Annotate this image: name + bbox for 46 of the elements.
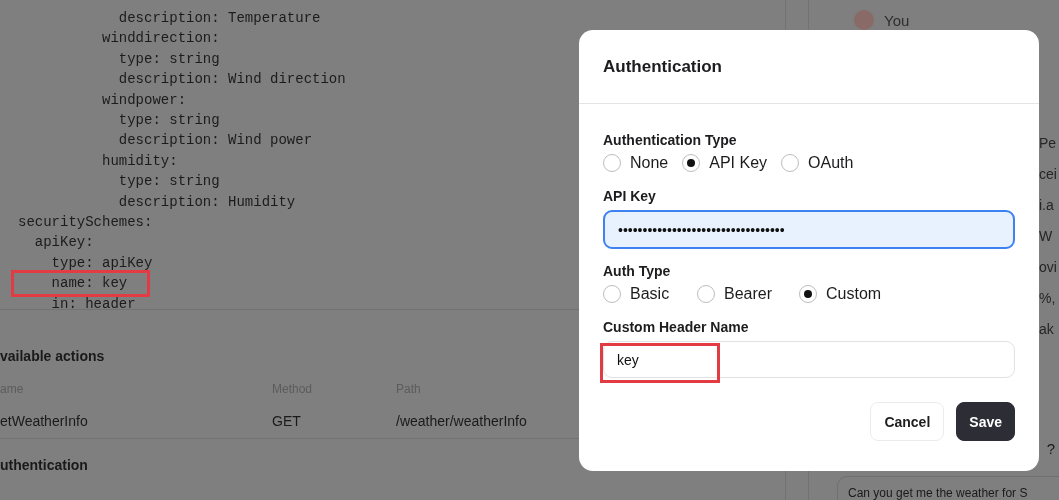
section-title: uthentication bbox=[0, 456, 88, 473]
field-label: Auth Type bbox=[603, 263, 672, 279]
code-line: description: Humidity bbox=[117, 192, 296, 212]
message-text: ? bbox=[1046, 440, 1055, 457]
message-bubble: Can you get me the weather for S bbox=[837, 476, 1059, 500]
code-line: in: header bbox=[50, 294, 136, 314]
cancel-button[interactable]: Cancel bbox=[870, 402, 945, 441]
api-key-field[interactable]: •••••••••••••••••••••••••••••••••• bbox=[603, 210, 1015, 249]
radio-option[interactable]: Custom bbox=[799, 285, 882, 303]
code-line: humidity: bbox=[101, 151, 178, 171]
code-line: windpower: bbox=[101, 90, 187, 110]
message-text: %, bbox=[1039, 289, 1057, 308]
code-line: winddirection: bbox=[101, 29, 220, 49]
table-cell-text: /weather/weatherInfo bbox=[396, 413, 528, 429]
code-line: name: key bbox=[14, 273, 148, 294]
message-text: Pe bbox=[1039, 134, 1058, 153]
code-line: type: string bbox=[117, 49, 220, 69]
radio-option[interactable]: None bbox=[603, 154, 669, 172]
field-label: Authentication Type bbox=[603, 132, 738, 148]
field-label: API Key bbox=[603, 188, 657, 204]
code-line: description: Wind direction bbox=[117, 70, 346, 90]
table-cell-text: GET bbox=[272, 413, 302, 429]
radio-option[interactable]: Basic bbox=[603, 285, 683, 303]
code-line: description: Wind power bbox=[117, 131, 313, 151]
code-line: type: string bbox=[117, 172, 220, 192]
code-line: description: Temperature bbox=[117, 9, 321, 28]
dialog-title: Authentication bbox=[603, 57, 723, 77]
avatar bbox=[854, 10, 874, 30]
radio-option[interactable]: Bearer bbox=[697, 285, 785, 303]
code-line: type: string bbox=[117, 111, 220, 131]
radio-option[interactable]: API Key bbox=[682, 154, 768, 172]
save-button[interactable]: Save bbox=[956, 402, 1015, 441]
field-label: Custom Header Name bbox=[603, 319, 750, 335]
message-text: ovi bbox=[1039, 258, 1058, 277]
author-name: You bbox=[884, 11, 910, 29]
message-text: i.a bbox=[1039, 196, 1055, 215]
table-cell-text: etWeatherInfo bbox=[0, 413, 89, 429]
message-text: cei bbox=[1039, 165, 1058, 184]
message-text: ak bbox=[1039, 320, 1055, 339]
radio-option[interactable]: OAuth bbox=[781, 154, 854, 172]
section-title: vailable actions bbox=[0, 348, 105, 366]
code-line: securitySchemes: bbox=[18, 213, 153, 233]
message-text: W bbox=[1039, 227, 1054, 246]
code-line: apiKey: bbox=[33, 233, 94, 253]
code-line: type: apiKey bbox=[50, 253, 153, 273]
header-name-field[interactable]: key bbox=[603, 341, 1015, 378]
